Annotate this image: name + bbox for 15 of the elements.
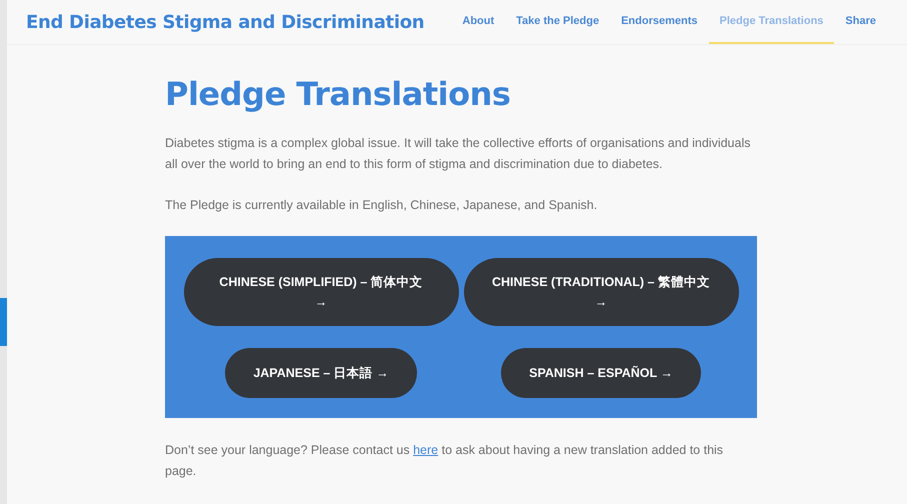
language-button[interactable]: SPANISH – ESPAÑOL → xyxy=(501,348,701,398)
nav-link[interactable]: Pledge Translations xyxy=(708,0,834,44)
language-button[interactable]: CHINESE (TRADITIONAL) – 繁體中文 → xyxy=(464,258,738,326)
nav-link[interactable]: Take the Pledge xyxy=(505,0,610,44)
nav-link[interactable]: Endorsements xyxy=(610,0,708,44)
body-paragraph: Diabetes stigma is a complex global issue. It will take the collective efforts of organisations and individuals all over the world to bring an end to this form of stigma and discrimination due to diabetes. xyxy=(165,135,752,173)
contact-link[interactable]: here xyxy=(413,443,438,457)
page-heading: Pledge Translations xyxy=(165,75,512,113)
language-button[interactable]: JAPANESE – 日本語 → xyxy=(225,348,417,398)
language-button[interactable]: CHINESE (SIMPLIFIED) – 简体中文 → xyxy=(184,258,458,326)
body-paragraph: The Pledge is currently available in English, Chinese, Japanese, and Spanish. xyxy=(165,197,598,214)
contact-paragraph: Don’t see your language? Please contact us here to ask about having a new translation added to this page. xyxy=(165,442,724,480)
nav-link[interactable]: Share xyxy=(834,0,887,44)
site-title[interactable]: End Diabetes Stigma and Discrimination xyxy=(26,12,452,32)
nav-link[interactable]: About xyxy=(451,0,506,44)
